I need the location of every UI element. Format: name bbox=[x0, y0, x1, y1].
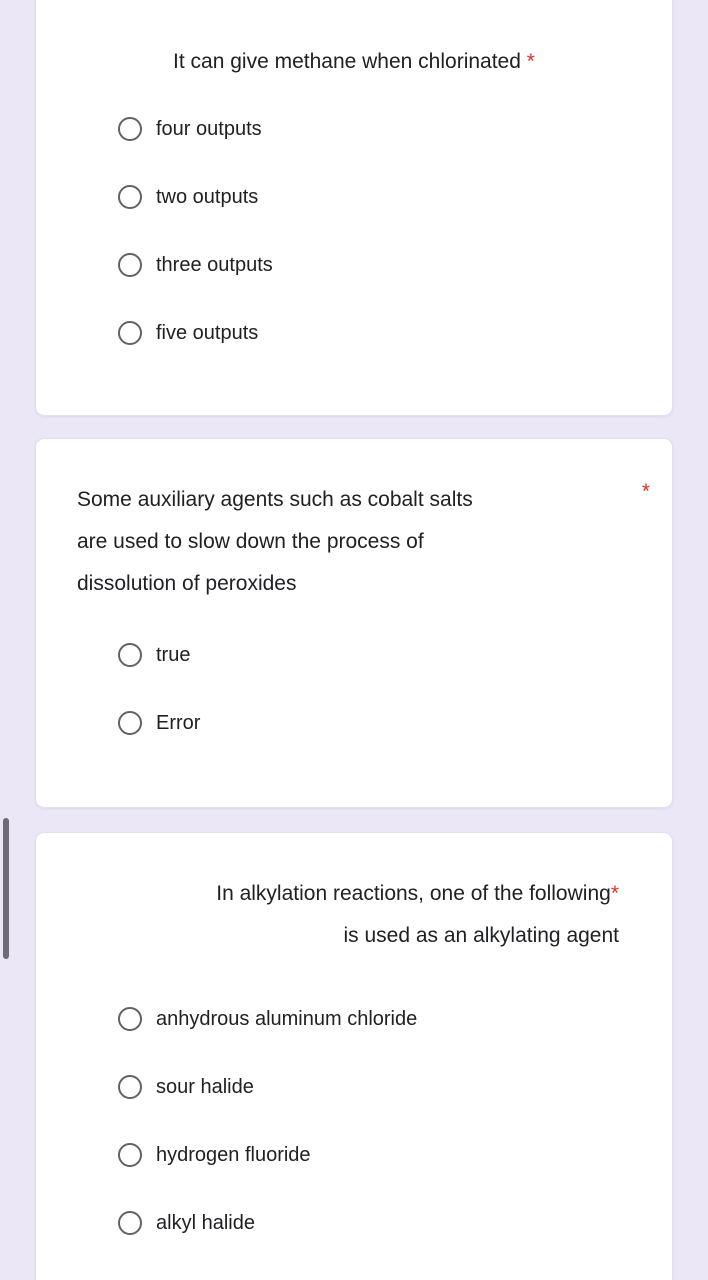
vertical-scrollbar-track[interactable] bbox=[0, 0, 13, 1280]
required-asterisk-2: * bbox=[641, 480, 650, 503]
question-title-1: It can give methane when chlorinated * bbox=[36, 41, 672, 83]
radio-icon[interactable] bbox=[118, 1143, 142, 1167]
radio-icon[interactable] bbox=[118, 1211, 142, 1235]
question-card-3: In alkylation reactions, one of the foll… bbox=[35, 832, 673, 1280]
options-group-1: four outputs two outputs three outputs f… bbox=[36, 105, 672, 357]
radio-icon[interactable] bbox=[118, 185, 142, 209]
option-row-1-1[interactable]: four outputs bbox=[36, 105, 672, 153]
option-label: anhydrous aluminum chloride bbox=[156, 1008, 418, 1030]
question-title-line-wrap: In alkylation reactions, one of the foll… bbox=[58, 873, 619, 915]
option-row-3-2[interactable]: sour halide bbox=[36, 1063, 672, 1111]
question-title-3: In alkylation reactions, one of the foll… bbox=[36, 873, 672, 957]
question-title-line: In alkylation reactions, one of the foll… bbox=[216, 882, 611, 905]
question-title-line: Some auxiliary agents such as cobalt sal… bbox=[77, 488, 473, 511]
option-label: alkyl halide bbox=[156, 1212, 255, 1234]
question-card-1: It can give methane when chlorinated * f… bbox=[35, 0, 673, 416]
question-card-2: * Some auxiliary agents such as cobalt s… bbox=[35, 438, 673, 808]
radio-icon[interactable] bbox=[118, 253, 142, 277]
vertical-scrollbar-thumb[interactable] bbox=[3, 818, 9, 959]
option-row-1-2[interactable]: two outputs bbox=[36, 173, 672, 221]
option-label: five outputs bbox=[156, 322, 259, 344]
option-label: hydrogen fluoride bbox=[156, 1144, 311, 1166]
form-scroll-container[interactable]: It can give methane when chlorinated * f… bbox=[0, 0, 708, 1280]
radio-icon[interactable] bbox=[118, 117, 142, 141]
question-title-2: * Some auxiliary agents such as cobalt s… bbox=[36, 479, 672, 605]
radio-icon[interactable] bbox=[118, 1007, 142, 1031]
required-asterisk-1: * bbox=[526, 50, 535, 73]
option-row-2-1[interactable]: true bbox=[36, 631, 672, 679]
option-label: three outputs bbox=[156, 254, 273, 276]
option-label: Error bbox=[156, 712, 201, 734]
option-row-3-4[interactable]: alkyl halide bbox=[36, 1199, 672, 1247]
options-group-3: anhydrous aluminum chloride sour halide … bbox=[36, 995, 672, 1247]
question-title-line: are used to slow down the process of bbox=[77, 530, 424, 553]
option-row-3-1[interactable]: anhydrous aluminum chloride bbox=[36, 995, 672, 1043]
radio-icon[interactable] bbox=[118, 711, 142, 735]
question-title-line: dissolution of peroxides bbox=[77, 572, 297, 595]
option-row-1-4[interactable]: five outputs bbox=[36, 309, 672, 357]
option-label: sour halide bbox=[156, 1076, 254, 1098]
required-asterisk-3: * bbox=[610, 882, 619, 905]
radio-icon[interactable] bbox=[118, 321, 142, 345]
question-title-text-1: It can give methane when chlorinated bbox=[173, 50, 521, 73]
options-group-2: true Error bbox=[36, 631, 672, 747]
option-label: four outputs bbox=[156, 118, 262, 140]
option-row-1-3[interactable]: three outputs bbox=[36, 241, 672, 289]
option-label: two outputs bbox=[156, 186, 259, 208]
radio-icon[interactable] bbox=[118, 643, 142, 667]
question-title-line: is used as an alkylating agent bbox=[343, 924, 619, 947]
radio-icon[interactable] bbox=[118, 1075, 142, 1099]
option-label: true bbox=[156, 644, 191, 666]
option-row-2-2[interactable]: Error bbox=[36, 699, 672, 747]
option-row-3-3[interactable]: hydrogen fluoride bbox=[36, 1131, 672, 1179]
